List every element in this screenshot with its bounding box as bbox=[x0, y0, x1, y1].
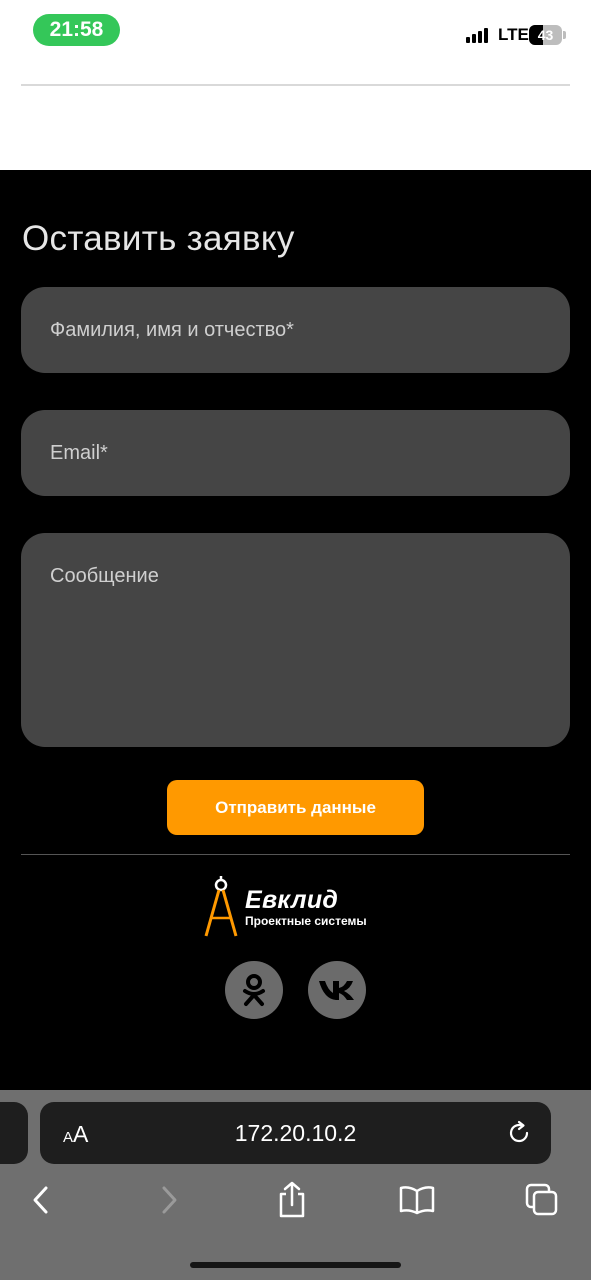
bookmarks-icon bbox=[399, 1186, 435, 1215]
logo-name: Евклид bbox=[245, 886, 339, 914]
status-area: 21:58 LTE 43 bbox=[0, 0, 591, 170]
address-bar[interactable]: AA 172.20.10.2 bbox=[40, 1102, 551, 1164]
network-type: LTE bbox=[498, 25, 529, 44]
url-text: 172.20.10.2 bbox=[234, 1119, 357, 1146]
vk-link[interactable] bbox=[308, 961, 366, 1019]
message-field[interactable] bbox=[21, 533, 570, 747]
email-field[interactable] bbox=[21, 410, 570, 496]
logo-subtitle: Проектные системы bbox=[245, 914, 367, 928]
status-time: 21:58 bbox=[33, 14, 120, 46]
share-button[interactable] bbox=[272, 1180, 312, 1220]
full-name-field[interactable] bbox=[21, 287, 570, 373]
submit-button[interactable]: Отправить данные bbox=[167, 780, 424, 835]
odnoklassniki-link[interactable] bbox=[225, 961, 283, 1019]
signal-icon bbox=[466, 27, 488, 43]
divider bbox=[21, 84, 570, 86]
vk-icon bbox=[319, 981, 354, 1000]
form-title: Оставить заявку bbox=[22, 219, 295, 258]
forward-button[interactable] bbox=[149, 1180, 189, 1220]
forward-icon bbox=[162, 1186, 177, 1214]
previous-tab[interactable] bbox=[0, 1102, 28, 1164]
back-icon bbox=[33, 1186, 48, 1214]
battery-tip bbox=[563, 31, 566, 39]
battery-icon: 43 bbox=[529, 25, 562, 45]
compass-icon bbox=[204, 876, 238, 937]
odnoklassniki-icon bbox=[243, 974, 265, 1006]
battery-level: 43 bbox=[537, 27, 554, 43]
divider bbox=[21, 854, 570, 855]
tabs-icon bbox=[525, 1183, 558, 1216]
home-indicator bbox=[190, 1262, 401, 1268]
back-button[interactable] bbox=[21, 1180, 61, 1220]
tabs-button[interactable] bbox=[522, 1180, 562, 1220]
share-icon bbox=[279, 1181, 305, 1218]
reload-icon[interactable] bbox=[505, 1119, 533, 1147]
bookmarks-button[interactable] bbox=[397, 1180, 437, 1220]
